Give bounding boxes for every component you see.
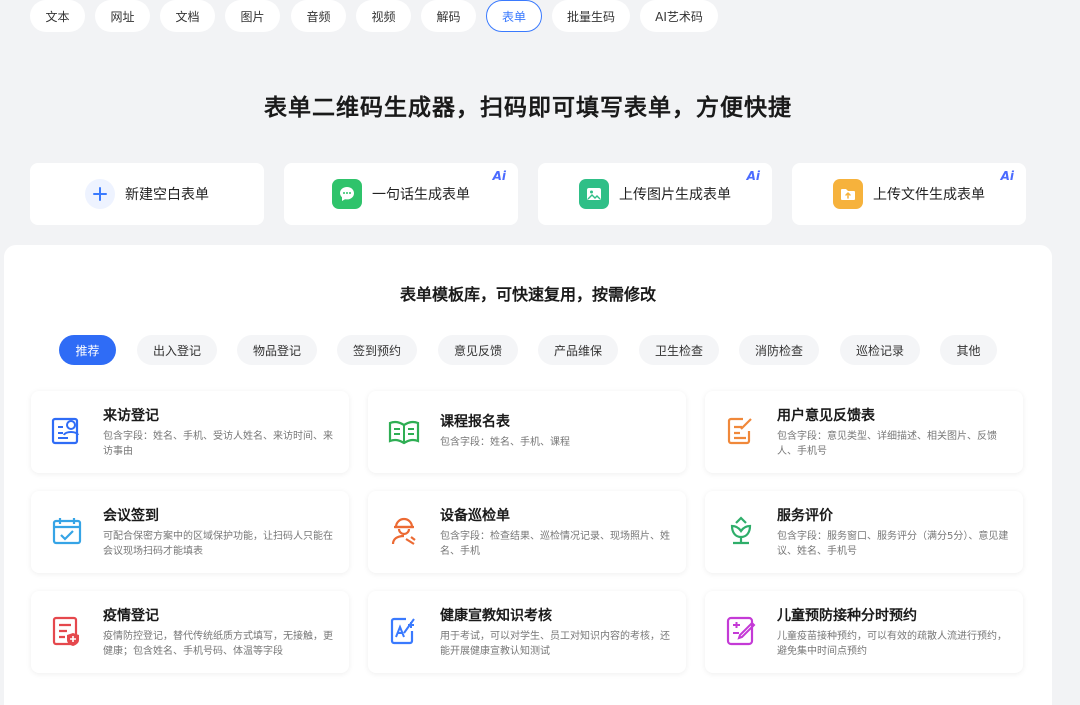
tab-text[interactable]: 文本 bbox=[30, 0, 85, 32]
template-desc: 疫情防控登记，替代传统纸质方式填写，无接触，更健康；包含姓名、手机号码、体温等字… bbox=[103, 631, 333, 657]
calendar-check-icon bbox=[52, 518, 82, 545]
template-title: 用户意见反馈表 bbox=[777, 408, 875, 424]
category-other[interactable]: 其他 bbox=[940, 335, 997, 365]
new-blank-form-button[interactable]: 新建空白表单 bbox=[30, 163, 264, 225]
tab-audio[interactable]: 音频 bbox=[291, 0, 346, 32]
template-title: 健康宣教知识考核 bbox=[440, 608, 552, 624]
template-title: 会议签到 bbox=[103, 508, 159, 524]
exam-edit-icon bbox=[390, 617, 415, 645]
template-title: 服务评价 bbox=[777, 508, 833, 524]
action-label: 上传文件生成表单 bbox=[873, 187, 985, 203]
tab-form[interactable]: 表单 bbox=[486, 0, 542, 32]
template-card[interactable]: 课程报名表 包含字段：姓名、手机、课程 bbox=[368, 391, 686, 473]
template-card[interactable]: 疫情登记 疫情防控登记，替代传统纸质方式填写，无接触，更健康；包含姓名、手机号码… bbox=[31, 591, 349, 673]
tab-url[interactable]: 网址 bbox=[95, 0, 150, 32]
tab-video[interactable]: 视频 bbox=[356, 0, 411, 32]
template-desc: 用于考试，可以对学生、员工对知识内容的考核，还能开展健康宣教认知测试 bbox=[440, 631, 670, 657]
template-card[interactable]: 设备巡检单 包含字段：检查结果、巡检情况记录、现场照片、姓名、手机 bbox=[368, 491, 686, 573]
vaccine-icon bbox=[726, 616, 756, 646]
image-icon bbox=[579, 179, 609, 209]
template-title: 课程报名表 bbox=[440, 414, 510, 430]
library-title: 表单模板库，可快速复用，按需修改 bbox=[399, 285, 656, 304]
category-entry-exit[interactable]: 出入登记 bbox=[137, 335, 217, 365]
template-card[interactable]: 服务评价 包含字段：服务窗口、服务评分（满分5分）、意见建议、姓名、手机号 bbox=[705, 491, 1023, 573]
category-recommended[interactable]: 推荐 bbox=[59, 335, 116, 365]
category-patrol[interactable]: 巡检记录 bbox=[840, 335, 920, 365]
ai-badge: Ai bbox=[1000, 169, 1014, 183]
template-title: 设备巡检单 bbox=[440, 508, 510, 524]
template-card[interactable]: 来访登记 包含字段：姓名、手机、受访人姓名、来访时间、来访事由 bbox=[31, 391, 349, 473]
template-title: 来访登记 bbox=[103, 408, 159, 424]
tab-batch[interactable]: 批量生码 bbox=[552, 0, 630, 32]
action-label: 一句话生成表单 bbox=[372, 187, 470, 203]
template-title: 疫情登记 bbox=[103, 608, 159, 624]
template-desc: 包含字段：姓名、手机、受访人姓名、来访时间、来访事由 bbox=[103, 431, 333, 457]
category-hygiene[interactable]: 卫生检查 bbox=[639, 335, 719, 365]
chat-bubble-icon bbox=[332, 179, 362, 209]
category-feedback[interactable]: 意见反馈 bbox=[438, 335, 518, 365]
worker-wrench-icon bbox=[391, 517, 416, 545]
template-card[interactable]: 儿童预防接种分时预约 儿童疫苗接种预约，可以有效的疏散人流进行预约，避免集中时间… bbox=[705, 591, 1023, 673]
category-checkin[interactable]: 签到预约 bbox=[337, 335, 417, 365]
page-title: 表单二维码生成器，扫码即可填写表单，方便快捷 bbox=[264, 95, 792, 121]
template-desc: 儿童疫苗接种预约，可以有效的疏散人流进行预约，避免集中时间点预约 bbox=[777, 631, 1007, 657]
template-desc: 包含字段：检查结果、巡检情况记录、现场照片、姓名、手机 bbox=[440, 531, 670, 557]
image-generate-form-button[interactable]: 上传图片生成表单 Ai bbox=[538, 163, 772, 225]
template-card[interactable]: 健康宣教知识考核 用于考试，可以对学生、员工对知识内容的考核，还能开展健康宣教认… bbox=[368, 591, 686, 673]
template-library-panel: 表单模板库，可快速复用，按需修改 推荐 出入登记 物品登记 签到预约 意见反馈 … bbox=[4, 245, 1052, 705]
template-title: 儿童预防接种分时预约 bbox=[777, 608, 917, 624]
flower-icon bbox=[730, 516, 752, 545]
folder-upload-icon bbox=[833, 179, 863, 209]
tab-decode[interactable]: 解码 bbox=[421, 0, 476, 32]
tab-ai-art[interactable]: AI艺术码 bbox=[640, 0, 718, 32]
category-maintenance[interactable]: 产品维保 bbox=[538, 335, 618, 365]
feedback-edit-icon bbox=[727, 417, 752, 445]
sentence-generate-form-button[interactable]: 一句话生成表单 Ai bbox=[284, 163, 518, 225]
category-fire[interactable]: 消防检查 bbox=[739, 335, 819, 365]
tab-image[interactable]: 图片 bbox=[225, 0, 280, 32]
template-desc: 包含字段：姓名、手机、课程 bbox=[440, 437, 570, 448]
category-item-register[interactable]: 物品登记 bbox=[237, 335, 317, 365]
file-generate-form-button[interactable]: 上传文件生成表单 Ai bbox=[792, 163, 1026, 225]
template-desc: 包含字段：意见类型、详细描述、相关图片、反馈人、手机号 bbox=[777, 431, 997, 457]
template-card[interactable]: 用户意见反馈表 包含字段：意见类型、详细描述、相关图片、反馈人、手机号 bbox=[705, 391, 1023, 473]
template-desc: 包含字段：服务窗口、服务评分（满分5分）、意见建议、姓名、手机号 bbox=[777, 531, 1009, 557]
template-card[interactable]: 会议签到 可配合保密方案中的区域保护功能，让扫码人只能在会议现场扫码才能填表 bbox=[31, 491, 349, 573]
medical-record-icon bbox=[52, 616, 79, 646]
tab-document[interactable]: 文档 bbox=[160, 0, 215, 32]
book-icon bbox=[388, 420, 420, 445]
ai-badge: Ai bbox=[492, 169, 506, 183]
ai-badge: Ai bbox=[746, 169, 760, 183]
visitor-register-icon bbox=[51, 417, 79, 445]
template-desc: 可配合保密方案中的区域保护功能，让扫码人只能在会议现场扫码才能填表 bbox=[103, 531, 333, 557]
action-label: 上传图片生成表单 bbox=[619, 187, 731, 203]
plus-icon bbox=[85, 179, 115, 209]
action-label: 新建空白表单 bbox=[125, 187, 209, 203]
